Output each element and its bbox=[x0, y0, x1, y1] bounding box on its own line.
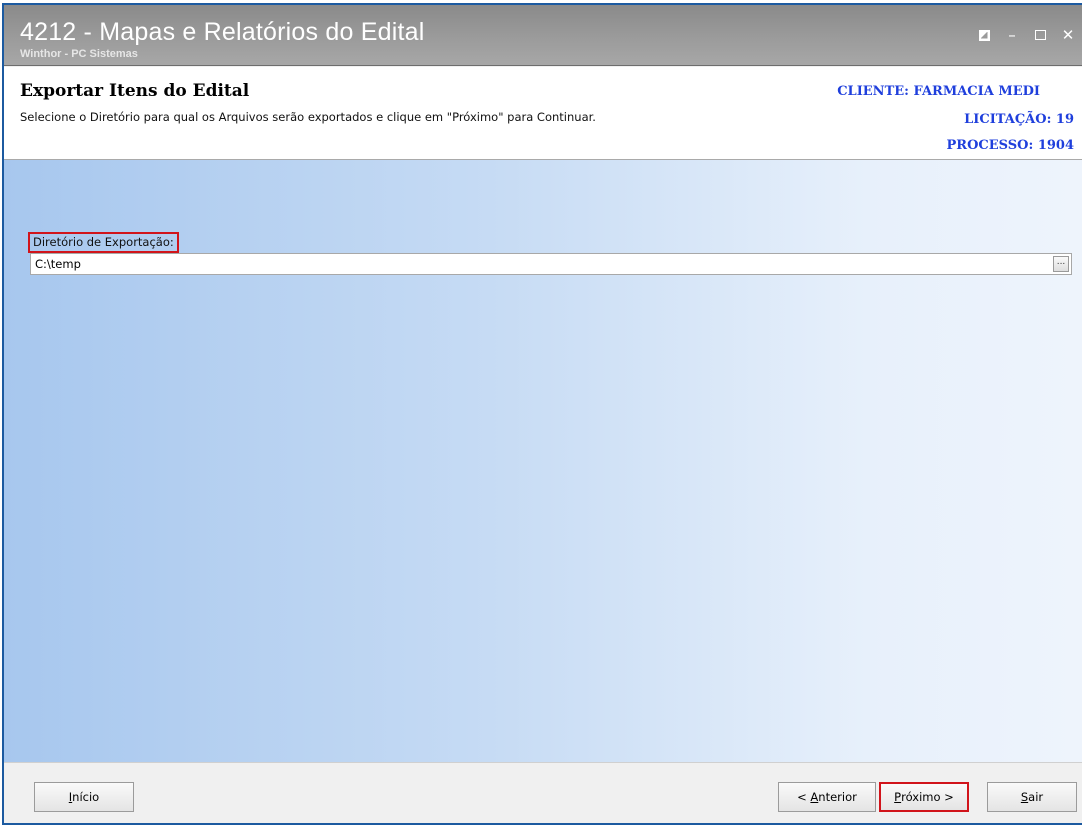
close-button[interactable]: ✕ bbox=[1054, 27, 1082, 43]
directory-label: Diretório de Exportação: bbox=[28, 232, 179, 253]
inicio-label: nício bbox=[72, 790, 100, 804]
app-window: 4212 - Mapas e Relatórios do Edital Wint… bbox=[2, 3, 1082, 825]
directory-input[interactable]: C:\temp ... bbox=[30, 253, 1072, 275]
browse-button[interactable]: ... bbox=[1053, 256, 1069, 272]
window-subtitle: Winthor - PC Sistemas bbox=[20, 48, 138, 60]
close-icon: ✕ bbox=[1061, 25, 1075, 44]
proximo-button[interactable]: Próximo > bbox=[879, 782, 969, 812]
restore-icon bbox=[978, 29, 990, 41]
sair-label: air bbox=[1028, 790, 1044, 804]
proximo-mnemonic: P bbox=[894, 790, 902, 804]
wizard-footer: Início < Anterior Próximo > Sair bbox=[4, 762, 1082, 823]
wizard-header: Exportar Itens do Edital Selecione o Dir… bbox=[4, 67, 1082, 160]
minimize-icon: – bbox=[1008, 25, 1016, 44]
anterior-button[interactable]: < Anterior bbox=[778, 782, 876, 812]
restore-button[interactable] bbox=[970, 27, 998, 43]
page-title: Exportar Itens do Edital bbox=[20, 81, 250, 101]
inicio-button[interactable]: Início bbox=[34, 782, 134, 812]
maximize-icon bbox=[1034, 30, 1046, 40]
anterior-label: nterior bbox=[818, 790, 857, 804]
title-bar[interactable]: 4212 - Mapas e Relatórios do Edital Wint… bbox=[4, 5, 1082, 66]
licitacao-label: LICITAÇÃO: 19 bbox=[964, 112, 1074, 127]
anterior-prefix: < bbox=[797, 790, 811, 804]
anterior-mnemonic: A bbox=[810, 790, 819, 804]
maximize-button[interactable] bbox=[1026, 27, 1054, 43]
directory-value: C:\temp bbox=[35, 257, 81, 271]
proximo-label: róximo > bbox=[901, 790, 954, 804]
window-title: 4212 - Mapas e Relatórios do Edital bbox=[20, 18, 425, 46]
minimize-button[interactable]: – bbox=[998, 27, 1026, 43]
cliente-label: CLIENTE: FARMACIA MEDI bbox=[837, 84, 1040, 99]
content-area: Diretório de Exportação: C:\temp ... bbox=[4, 160, 1082, 762]
window-controls: – ✕ bbox=[970, 27, 1082, 43]
sair-mnemonic: S bbox=[1020, 790, 1029, 804]
page-description: Selecione o Diretório para qual os Arqui… bbox=[20, 110, 596, 124]
sair-button[interactable]: Sair bbox=[987, 782, 1077, 812]
processo-label: PROCESSO: 1904 bbox=[946, 138, 1074, 153]
